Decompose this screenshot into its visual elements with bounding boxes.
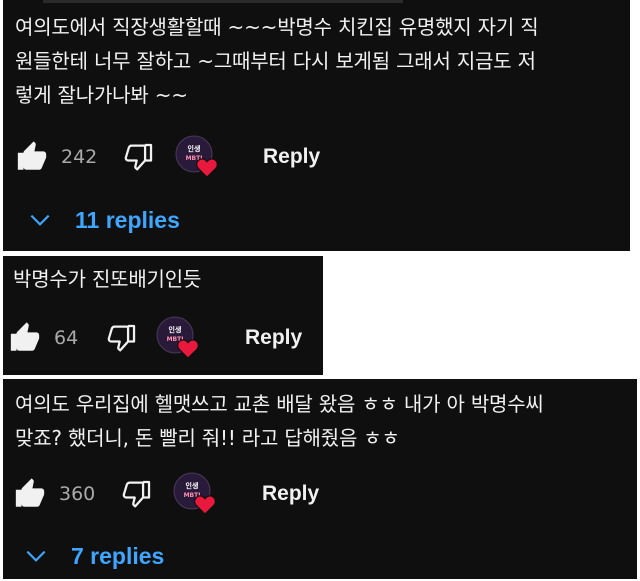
previous-text-fragment xyxy=(43,0,403,3)
replies-count-label: 11 replies xyxy=(75,207,180,233)
comment-actions: 242 Reply xyxy=(3,137,623,177)
like-icon[interactable] xyxy=(15,140,49,174)
like-count: 360 xyxy=(59,483,96,505)
dislike-icon[interactable] xyxy=(119,477,153,511)
comment-card: 여의도 우리집에 헬맷쓰고 교촌 배달 왔음 ㅎㅎ 내가 아 박명수씨 맞죠? … xyxy=(3,379,637,579)
comment-actions: 64 Reply xyxy=(3,318,323,358)
like-count: 64 xyxy=(54,327,79,349)
creator-heart-avatar xyxy=(156,316,200,360)
dislike-icon[interactable] xyxy=(104,321,138,355)
reply-button[interactable]: Reply xyxy=(245,321,302,355)
comment-text: 박명수가 진또배기인듯 xyxy=(13,267,202,291)
like-count: 242 xyxy=(61,146,98,168)
reply-button[interactable]: Reply xyxy=(262,477,319,511)
like-icon[interactable] xyxy=(8,321,42,355)
dislike-icon[interactable] xyxy=(121,140,155,174)
creator-heart-avatar xyxy=(175,135,219,179)
creator-heart-avatar xyxy=(173,472,217,516)
chevron-down-icon xyxy=(27,207,53,233)
view-replies-button[interactable]: 11 replies xyxy=(27,203,227,237)
comment-card: 박명수가 진또배기인듯 64 Reply xyxy=(3,256,323,375)
like-icon[interactable] xyxy=(13,477,47,511)
comment-actions: 360 Reply xyxy=(3,474,623,514)
comment-text: 여의도에서 직장생활할때 ~~~박명수 치킨집 유명했지 자기 직 원들한테 너… xyxy=(15,15,539,107)
comment-card: 여의도에서 직장생활할때 ~~~박명수 치킨집 유명했지 자기 직 원들한테 너… xyxy=(3,0,630,251)
view-replies-button[interactable]: 7 replies xyxy=(23,539,223,573)
reply-button[interactable]: Reply xyxy=(263,140,320,174)
chevron-down-icon xyxy=(23,543,49,569)
replies-count-label: 7 replies xyxy=(71,543,165,569)
comment-text: 여의도 우리집에 헬맷쓰고 교촌 배달 왔음 ㅎㅎ 내가 아 박명수씨 맞죠? … xyxy=(15,392,544,450)
